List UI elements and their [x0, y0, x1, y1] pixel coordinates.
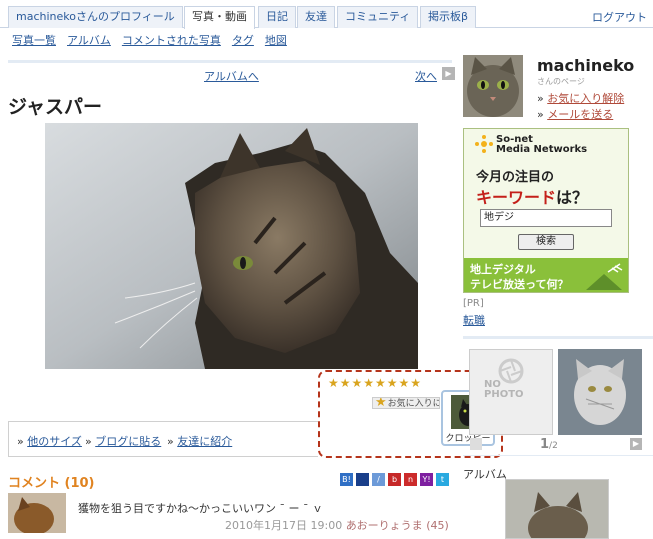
tab-profile[interactable]: machinekoさんのプロフィール [8, 6, 183, 28]
sonet-ad[interactable]: So-net Media Networks 今月の注目の キーワードは？ 地デジ … [463, 128, 629, 293]
twitter-icon[interactable]: t [436, 473, 449, 486]
album-link[interactable]: アルバムへ [204, 68, 259, 84]
subnav-commented[interactable]: コメントされた写真 [122, 34, 221, 47]
action-bar: » 他のサイズ » ブログに貼る » 友達に紹介 [8, 421, 318, 457]
comments-header: コメント (10) [8, 476, 95, 491]
pager-next-button[interactable]: ▶ [630, 438, 642, 450]
subnav-map[interactable]: 地図 [265, 34, 287, 47]
pager-prev-button[interactable] [470, 438, 482, 450]
newsing-icon[interactable]: n [404, 473, 417, 486]
cat-photo-image [45, 123, 418, 369]
comment-text: 獲物を狙う目ですかね〜かっこいいワン ˉ ー ˉ ｖ [78, 502, 323, 515]
action-blog[interactable]: » ブログに貼る [85, 433, 161, 449]
ad-search-button[interactable]: 検索 [518, 234, 574, 250]
ad-banner[interactable]: 地上デジタル テレビ放送って何？ [464, 258, 628, 292]
logout-link[interactable]: ログアウト [592, 9, 647, 25]
subnav-tags[interactable]: タグ [232, 34, 254, 47]
subnav-photo-list[interactable]: 写真一覧 [12, 34, 56, 47]
comment-author[interactable]: あおーりょうま [346, 519, 423, 532]
pr-label: [PR] [463, 298, 484, 309]
comment-author-count: (45) [426, 519, 449, 532]
hatena-bookmark-icon[interactable]: B! [340, 473, 353, 486]
buzzurl-icon[interactable]: b [388, 473, 401, 486]
next-link[interactable]: 次へ [415, 68, 437, 84]
album-label: アルバム [463, 468, 507, 481]
yahoo-bookmark-icon[interactable]: Y! [420, 473, 433, 486]
thumbnail-no-photo[interactable]: NO PHOTO [469, 349, 553, 435]
sonet-logo-icon [475, 135, 493, 153]
sub-nav: 写真一覧 アルバム コメントされた写真 タグ 地図 [12, 32, 298, 48]
profile-name: machineko [537, 56, 635, 75]
house-antenna-icon [586, 263, 623, 290]
share-icons: B! / b n Y! t [340, 473, 452, 486]
next-arrow-icon[interactable]: ▶ [442, 67, 455, 80]
livedoor-clip-icon[interactable]: / [372, 473, 385, 486]
main-photo[interactable] [45, 123, 418, 369]
tab-community[interactable]: コミュニティ [337, 6, 419, 28]
action-share-friend[interactable]: » 友達に紹介 [167, 433, 232, 449]
comment-meta: 2010年1月17日 19:00 あおーりょうま (45) [225, 519, 449, 532]
ad-headline1: 今月の注目の [476, 170, 555, 185]
photo-title: ジャスパー [8, 96, 103, 118]
profile-avatar[interactable] [463, 55, 523, 117]
tab-diary[interactable]: 日記 [258, 6, 296, 28]
pager-count: 1/2 [540, 437, 558, 452]
thumbnail-cat[interactable] [558, 349, 642, 435]
tab-friends[interactable]: 友達 [297, 6, 335, 28]
ad-search-input[interactable]: 地デジ [480, 209, 612, 227]
favorite-remove-link[interactable]: » お気に入り解除 [537, 90, 624, 106]
ad-logo-text: So-net Media Networks [496, 134, 588, 155]
tab-photos[interactable]: 写真・動画 [184, 6, 255, 29]
profile-subtitle: さんのページ [537, 77, 585, 86]
ad-headline2: キーワードは？ [476, 188, 589, 207]
delicious-icon[interactable] [356, 473, 369, 486]
subnav-album[interactable]: アルバム [67, 34, 111, 47]
album-thumbnail[interactable] [505, 479, 609, 539]
top-nav: machinekoさんのプロフィール 写真・動画 日記 友達 コミュニティ 掲示… [0, 0, 653, 29]
pr-link[interactable]: 転職 [463, 312, 485, 328]
tab-board[interactable]: 掲示板β [420, 6, 477, 28]
comment-avatar[interactable] [8, 493, 66, 533]
thumbnail-strip: NO PHOTO [463, 336, 653, 456]
send-mail-link[interactable]: » メールを送る [537, 106, 613, 122]
divider [8, 60, 452, 63]
action-other-sizes[interactable]: » 他のサイズ [17, 433, 82, 449]
